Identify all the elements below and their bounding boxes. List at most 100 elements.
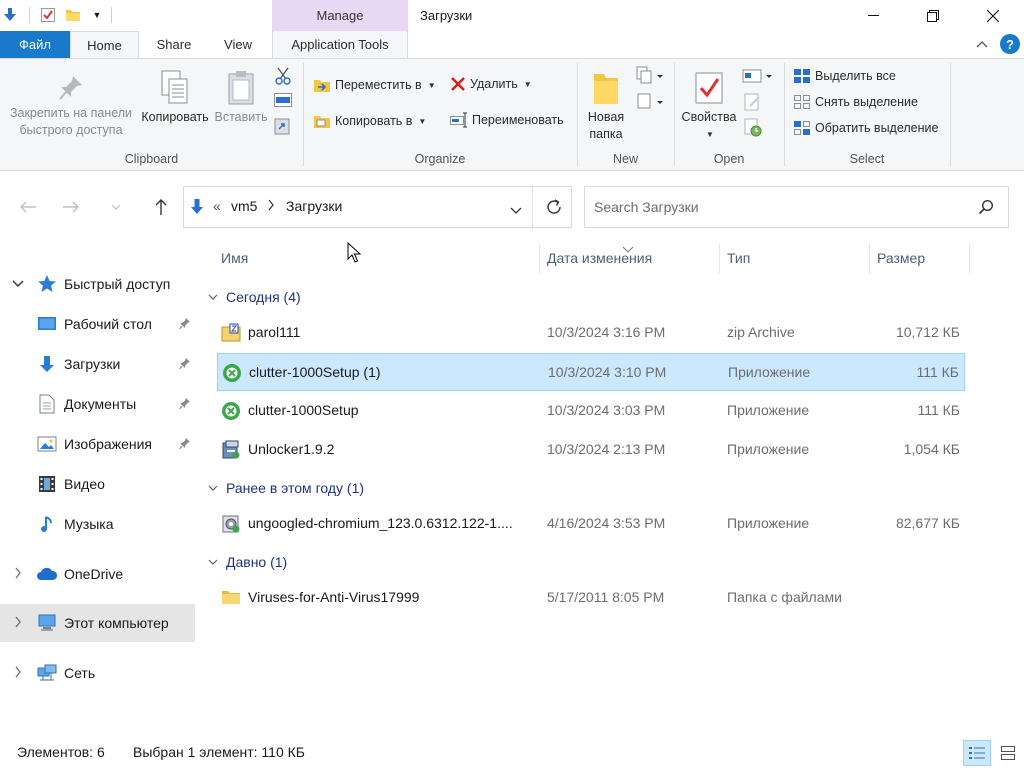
recent-locations-button[interactable] xyxy=(102,195,130,219)
pin-to-quick-access-button[interactable]: Закрепить на панели быстрого доступа xyxy=(6,71,136,139)
copy-to-button[interactable]: Копировать в ▼ xyxy=(313,112,426,130)
history-icon[interactable] xyxy=(744,117,764,137)
tab-application-tools[interactable]: Application Tools xyxy=(272,31,408,58)
nav-label: Музыка xyxy=(64,516,114,532)
tab-share[interactable]: Share xyxy=(143,31,205,58)
nav-item-pictures[interactable]: Изображения xyxy=(0,425,195,463)
search-icon[interactable] xyxy=(978,199,994,218)
file-row[interactable]: ungoogled-chromium_123.0.6312.122-1.... … xyxy=(217,505,965,543)
close-button[interactable] xyxy=(970,0,1016,31)
edit-icon[interactable] xyxy=(744,92,764,112)
copy-button[interactable]: Копировать xyxy=(139,67,211,126)
refresh-icon[interactable] xyxy=(545,198,563,219)
paste-button[interactable]: Вставить xyxy=(213,67,269,126)
search-placeholder[interactable]: Search Загрузки xyxy=(594,199,699,215)
copy-to-label: Копировать в xyxy=(335,114,413,128)
large-icons-view-button[interactable] xyxy=(995,740,1021,766)
nav-item-quick-access[interactable]: Быстрый доступ xyxy=(0,265,195,303)
move-to-label: Переместить в xyxy=(335,78,422,92)
nav-item-desktop[interactable]: Рабочий стол xyxy=(0,305,195,343)
file-name: clutter-1000Setup xyxy=(248,402,359,418)
column-header-date[interactable]: Дата изменения xyxy=(547,250,652,266)
details-view-button[interactable] xyxy=(963,740,991,766)
pin-icon xyxy=(179,357,191,371)
copy-path-icon[interactable] xyxy=(274,93,294,109)
file-row[interactable]: Viruses-for-Anti-Virus17999 5/17/2011 8:… xyxy=(217,579,965,617)
column-separator[interactable] xyxy=(719,244,720,274)
chevron-down-icon[interactable] xyxy=(208,292,218,303)
chevron-down-icon[interactable] xyxy=(208,557,218,568)
rename-button[interactable]: Переименовать xyxy=(450,112,564,128)
minimize-button[interactable] xyxy=(850,0,896,31)
forward-arrow-icon xyxy=(63,201,79,213)
tab-home[interactable]: Home xyxy=(70,31,139,59)
properties-check-icon[interactable] xyxy=(38,5,58,25)
help-icon[interactable]: ? xyxy=(1000,34,1020,54)
nav-item-music[interactable]: Музыка xyxy=(0,505,195,543)
up-button[interactable] xyxy=(147,195,175,219)
copy-label: Копировать xyxy=(141,110,209,124)
file-row[interactable]: parol111 10/3/2024 3:16 PM zip Archive 1… xyxy=(217,314,965,352)
search-box[interactable]: Search Загрузки xyxy=(584,186,1009,228)
column-header-type[interactable]: Тип xyxy=(727,250,750,266)
address-bar[interactable]: « vm5 Загрузки xyxy=(183,186,572,228)
breadcrumb-chevron-icon[interactable] xyxy=(267,199,275,214)
nav-item-onedrive[interactable]: OneDrive xyxy=(0,555,195,593)
back-button[interactable] xyxy=(14,195,42,219)
breadcrumb-vm5[interactable]: vm5 xyxy=(231,198,257,214)
file-type: Папка с файлами xyxy=(727,589,842,605)
nav-item-downloads[interactable]: Загрузки xyxy=(0,345,195,383)
column-separator[interactable] xyxy=(869,244,870,274)
tab-file[interactable]: Файл xyxy=(0,31,70,58)
chevron-right-icon[interactable] xyxy=(0,666,36,681)
forward-button[interactable] xyxy=(57,195,85,219)
properties-button[interactable]: Свойства ▼ xyxy=(678,67,740,143)
new-item-button[interactable] xyxy=(636,66,666,86)
select-none-button[interactable]: Снять выделение xyxy=(793,94,918,110)
tab-view[interactable]: View xyxy=(210,31,266,58)
file-row[interactable]: Unlocker1.9.2 10/3/2024 2:13 PM Приложен… xyxy=(217,431,965,469)
chevron-down-icon[interactable] xyxy=(208,483,218,494)
rename-label: Переименовать xyxy=(472,113,564,127)
cut-icon[interactable] xyxy=(274,67,294,85)
down-arrow-icon[interactable] xyxy=(0,5,20,25)
breadcrumb-downloads[interactable]: Загрузки xyxy=(286,198,342,214)
file-row-selected[interactable]: clutter-1000Setup (1) 10/3/2024 3:10 PM … xyxy=(217,353,965,391)
group-label-new: New xyxy=(612,152,638,166)
open-button[interactable] xyxy=(742,68,776,86)
chevron-right-icon[interactable] xyxy=(0,616,36,631)
collapse-ribbon-icon[interactable] xyxy=(973,35,991,53)
chevron-right-icon[interactable] xyxy=(0,567,36,582)
select-all-button[interactable]: Выделить все xyxy=(793,68,896,84)
invert-selection-icon xyxy=(794,121,810,135)
delete-button[interactable]: Удалить ▼ xyxy=(450,76,532,92)
delete-x-icon xyxy=(451,77,465,91)
large-icons-view-icon xyxy=(1001,746,1015,760)
column-separator[interactable] xyxy=(539,244,540,274)
easy-access-icon xyxy=(637,93,663,109)
invert-selection-button[interactable]: Обратить выделение xyxy=(793,120,938,136)
file-row[interactable]: clutter-1000Setup 10/3/2024 3:03 PM Прил… xyxy=(217,392,965,430)
column-header-size[interactable]: Размер xyxy=(877,250,925,266)
nav-item-video[interactable]: Видео xyxy=(0,465,195,503)
file-type: Приложение xyxy=(727,402,810,418)
chevron-down-icon[interactable] xyxy=(0,277,36,291)
address-overflow[interactable]: « xyxy=(213,198,221,214)
group-header-earlier-this-year[interactable]: Ранее в этом году (1) xyxy=(208,477,364,499)
nav-item-documents[interactable]: Документы xyxy=(0,385,195,423)
move-to-button[interactable]: Переместить в ▼ xyxy=(313,76,436,94)
nav-item-network[interactable]: Сеть xyxy=(0,654,195,692)
rename-icon xyxy=(450,112,467,128)
easy-access-button[interactable] xyxy=(636,92,666,112)
paste-shortcut-icon[interactable] xyxy=(274,117,294,135)
address-history-chevron-icon[interactable] xyxy=(510,203,522,218)
column-separator[interactable] xyxy=(969,244,970,274)
group-header-today[interactable]: Сегодня (4) xyxy=(208,286,301,308)
new-folder-button[interactable]: Новая папка xyxy=(582,67,630,143)
group-header-long-ago[interactable]: Давно (1) xyxy=(208,551,287,573)
new-folder-icon[interactable] xyxy=(63,5,83,25)
column-header-name[interactable]: Имя xyxy=(221,250,248,266)
maximize-button[interactable] xyxy=(910,0,956,31)
customize-dropdown-icon[interactable]: ▼ xyxy=(87,5,107,25)
nav-item-this-pc[interactable]: Этот компьютер xyxy=(0,604,195,642)
